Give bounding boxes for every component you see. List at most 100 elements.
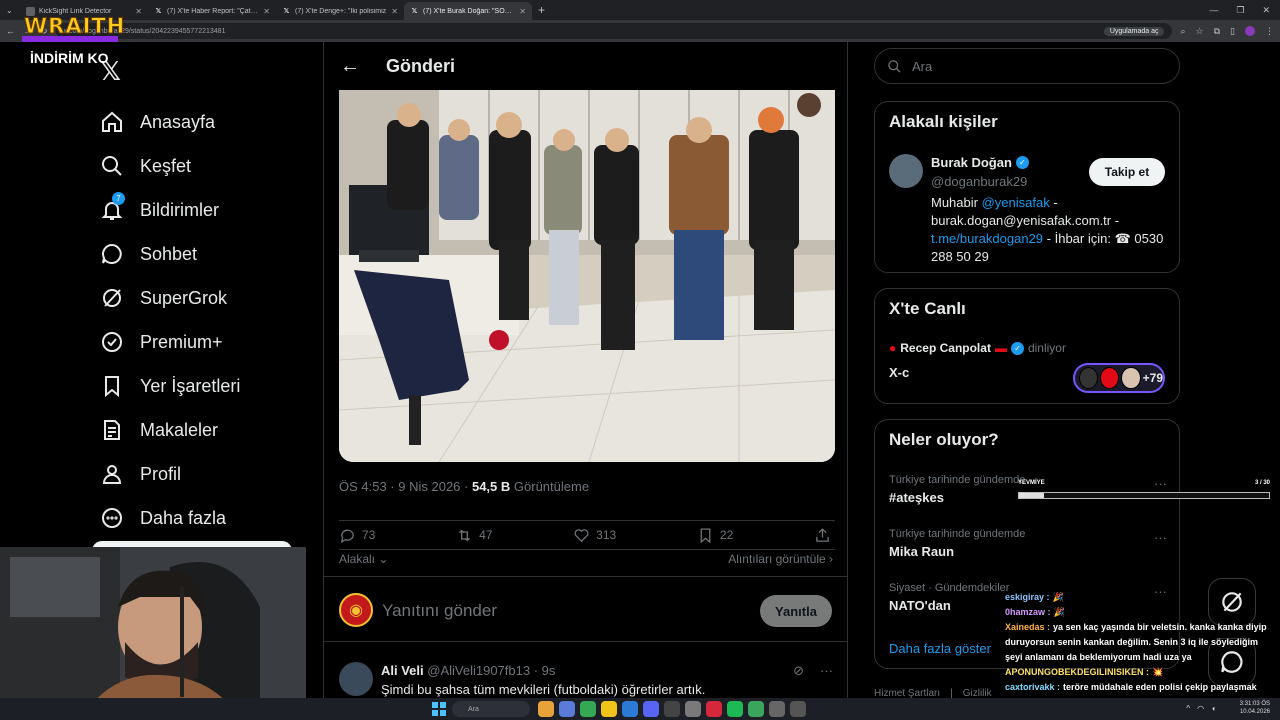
- app-icon[interactable]: [706, 701, 722, 717]
- close-tab-icon[interactable]: ✕: [135, 7, 142, 16]
- app-icon[interactable]: [748, 701, 764, 717]
- live-spaces-card[interactable]: X'te Canlı ● Recep Canpolat ▬ ✓ dinliyor…: [874, 288, 1180, 404]
- nav-item-articles[interactable]: Makaleler: [100, 408, 240, 452]
- chat-user: caxtorivakk :: [1005, 682, 1061, 692]
- open-in-app-chip[interactable]: Uygulamada aç: [1103, 26, 1165, 36]
- nav-item-explore[interactable]: Keşfet: [100, 144, 240, 188]
- chrome-icon[interactable]: [580, 701, 596, 717]
- nav-item-supergrok[interactable]: SuperGrok: [100, 276, 240, 320]
- nav-item-notifications[interactable]: 7 Bildirimler: [100, 188, 240, 232]
- app-icon[interactable]: [538, 701, 554, 717]
- zoom-icon[interactable]: ⌕: [1180, 26, 1185, 37]
- nav-item-more[interactable]: Daha fazla: [100, 496, 240, 540]
- chat-message: Xainedas : ya sen kaç yaşında bir veletsi…: [1005, 620, 1277, 665]
- webcam-image: [0, 547, 306, 720]
- sidepanel-icon[interactable]: ▯: [1230, 26, 1235, 37]
- app-icon[interactable]: [622, 701, 638, 717]
- url-field[interactable]: x.com/doganburak29/status/20422394557722…: [55, 23, 1173, 39]
- bio-telegram-link[interactable]: t.me/burakdogan29: [931, 231, 1043, 246]
- app-icon[interactable]: [769, 701, 785, 717]
- view-quotes-link[interactable]: Alıntıları görüntüle ›: [728, 552, 833, 566]
- nav-item-chat[interactable]: Sohbet: [100, 232, 240, 276]
- relevant-people-card: Alakalı kişiler Burak Doğan ✓ @doganbura…: [874, 101, 1180, 273]
- person-name-row[interactable]: Burak Doğan ✓: [931, 155, 1029, 170]
- chevron-down-icon: ⌄: [378, 552, 389, 566]
- wifi-icon[interactable]: ◠: [1197, 704, 1204, 713]
- clock[interactable]: 3:31:03 ÖS 10.04.2026: [1240, 700, 1270, 716]
- bio-text: Muhabir: [931, 195, 978, 210]
- chevron-right-icon: ›: [829, 552, 833, 566]
- close-tab-icon[interactable]: ✕: [519, 7, 526, 16]
- discord-icon[interactable]: [643, 701, 659, 717]
- app-icon[interactable]: [685, 701, 701, 717]
- bookmark-action[interactable]: 22: [697, 527, 733, 544]
- views-count: 54,5 B: [471, 479, 511, 494]
- listener-avatars[interactable]: +79: [1073, 363, 1165, 393]
- app-icon[interactable]: [664, 701, 680, 717]
- windows-start-icon[interactable]: [432, 702, 446, 716]
- card-title: Neler oluyor?: [889, 430, 999, 449]
- reply-button[interactable]: Yanıtla: [760, 595, 832, 627]
- reply-action[interactable]: 73: [339, 527, 375, 544]
- nav-item-profile[interactable]: Profil: [100, 452, 240, 496]
- relevance-dropdown[interactable]: Alakalı ⌄: [339, 552, 388, 566]
- trend-item[interactable]: Türkiye tarihinde gündemde Mika Raun ···: [889, 528, 1167, 559]
- bookmark-icon: [105, 376, 119, 398]
- browser-menu-icon[interactable]: ⋮: [1265, 26, 1274, 37]
- bio-mention-link[interactable]: @yenisafak: [982, 195, 1050, 210]
- grok-icon[interactable]: ⊘: [793, 663, 804, 679]
- trend-name: Mika Raun: [889, 544, 955, 559]
- new-tab-icon[interactable]: +: [538, 3, 545, 17]
- profile-avatar[interactable]: [1245, 25, 1255, 36]
- more-options-icon[interactable]: ···: [1154, 530, 1167, 545]
- browser-tab[interactable]: 𝕏 (7) X'te Haber Report: "Çatışma ✕: [148, 2, 276, 20]
- app-icon[interactable]: [559, 701, 575, 717]
- share-action[interactable]: [814, 527, 831, 544]
- person-name: Burak Doğan: [931, 155, 1012, 170]
- person-avatar[interactable]: [889, 154, 923, 188]
- commenter-handle[interactable]: @AliVeli1907fb13: [427, 663, 530, 678]
- tab-search-icon[interactable]: ⌄: [6, 6, 20, 15]
- user-avatar[interactable]: ◉: [339, 593, 373, 627]
- minimize-icon[interactable]: —: [1209, 5, 1218, 16]
- maximize-icon[interactable]: ❐: [1236, 5, 1244, 16]
- close-tab-icon[interactable]: ✕: [263, 7, 270, 16]
- follow-button[interactable]: Takip et: [1089, 158, 1165, 186]
- show-more-link[interactable]: Daha fazla göster: [889, 641, 991, 656]
- verified-icon: ✓: [1015, 156, 1029, 169]
- browser-tab-active[interactable]: 𝕏 (7) X'te Burak Doğan: "SON DA ✕: [404, 2, 532, 20]
- person-handle[interactable]: @doganburak29: [931, 174, 1027, 189]
- nav-item-premium[interactable]: Premium+: [100, 320, 240, 364]
- nav-label: SuperGrok: [140, 287, 228, 308]
- app-icon[interactable]: [790, 701, 806, 717]
- nav-item-home[interactable]: Anasayfa: [100, 100, 240, 144]
- post-photo[interactable]: [339, 90, 835, 462]
- speaker-icon[interactable]: ◖: [1211, 704, 1216, 713]
- nav-item-bookmarks[interactable]: Yer İşaretleri: [100, 364, 240, 408]
- spotify-icon[interactable]: [727, 701, 743, 717]
- chevron-up-icon[interactable]: ^: [1186, 704, 1190, 713]
- back-arrow-icon[interactable]: ←: [340, 55, 360, 78]
- commenter-name[interactable]: Ali Veli: [381, 663, 424, 678]
- taskbar-search[interactable]: Ara: [452, 701, 530, 717]
- search-input[interactable]: Ara: [874, 48, 1180, 84]
- address-bar-row: ← → ↻ x.com/doganburak29/status/20422394…: [0, 20, 1280, 42]
- primary-nav: Anasayfa Keşfet 7 Bildirimler Sohbet Sup…: [100, 100, 240, 540]
- folder-icon[interactable]: [601, 701, 617, 717]
- os-taskbar: Ara ^ ◠ ◖ 3:31:03 ÖS 10.04.2026: [0, 698, 1280, 720]
- back-nav-icon[interactable]: ←: [6, 26, 15, 36]
- more-options-icon[interactable]: ···: [820, 663, 833, 679]
- relevance-label: Alakalı: [339, 552, 376, 566]
- reply-input[interactable]: Yanıtını gönder: [382, 601, 497, 621]
- post-header: ← Gönderi: [324, 42, 847, 90]
- browser-tab[interactable]: 𝕏 (7) X'te Denge+: "İki polisimiz ✕: [276, 2, 404, 20]
- commenter-avatar[interactable]: [339, 662, 373, 696]
- like-action[interactable]: 313: [573, 527, 616, 544]
- x-favicon-icon: 𝕏: [155, 8, 162, 15]
- close-tab-icon[interactable]: ✕: [391, 7, 398, 16]
- star-icon[interactable]: ☆: [1196, 26, 1204, 37]
- repost-action[interactable]: 47: [456, 527, 492, 544]
- close-window-icon[interactable]: ✕: [1262, 5, 1270, 16]
- post-timestamp[interactable]: ÖS 4:53 · 9 Nis 2026 ·: [339, 479, 468, 494]
- extensions-icon[interactable]: ⧉: [1214, 26, 1220, 37]
